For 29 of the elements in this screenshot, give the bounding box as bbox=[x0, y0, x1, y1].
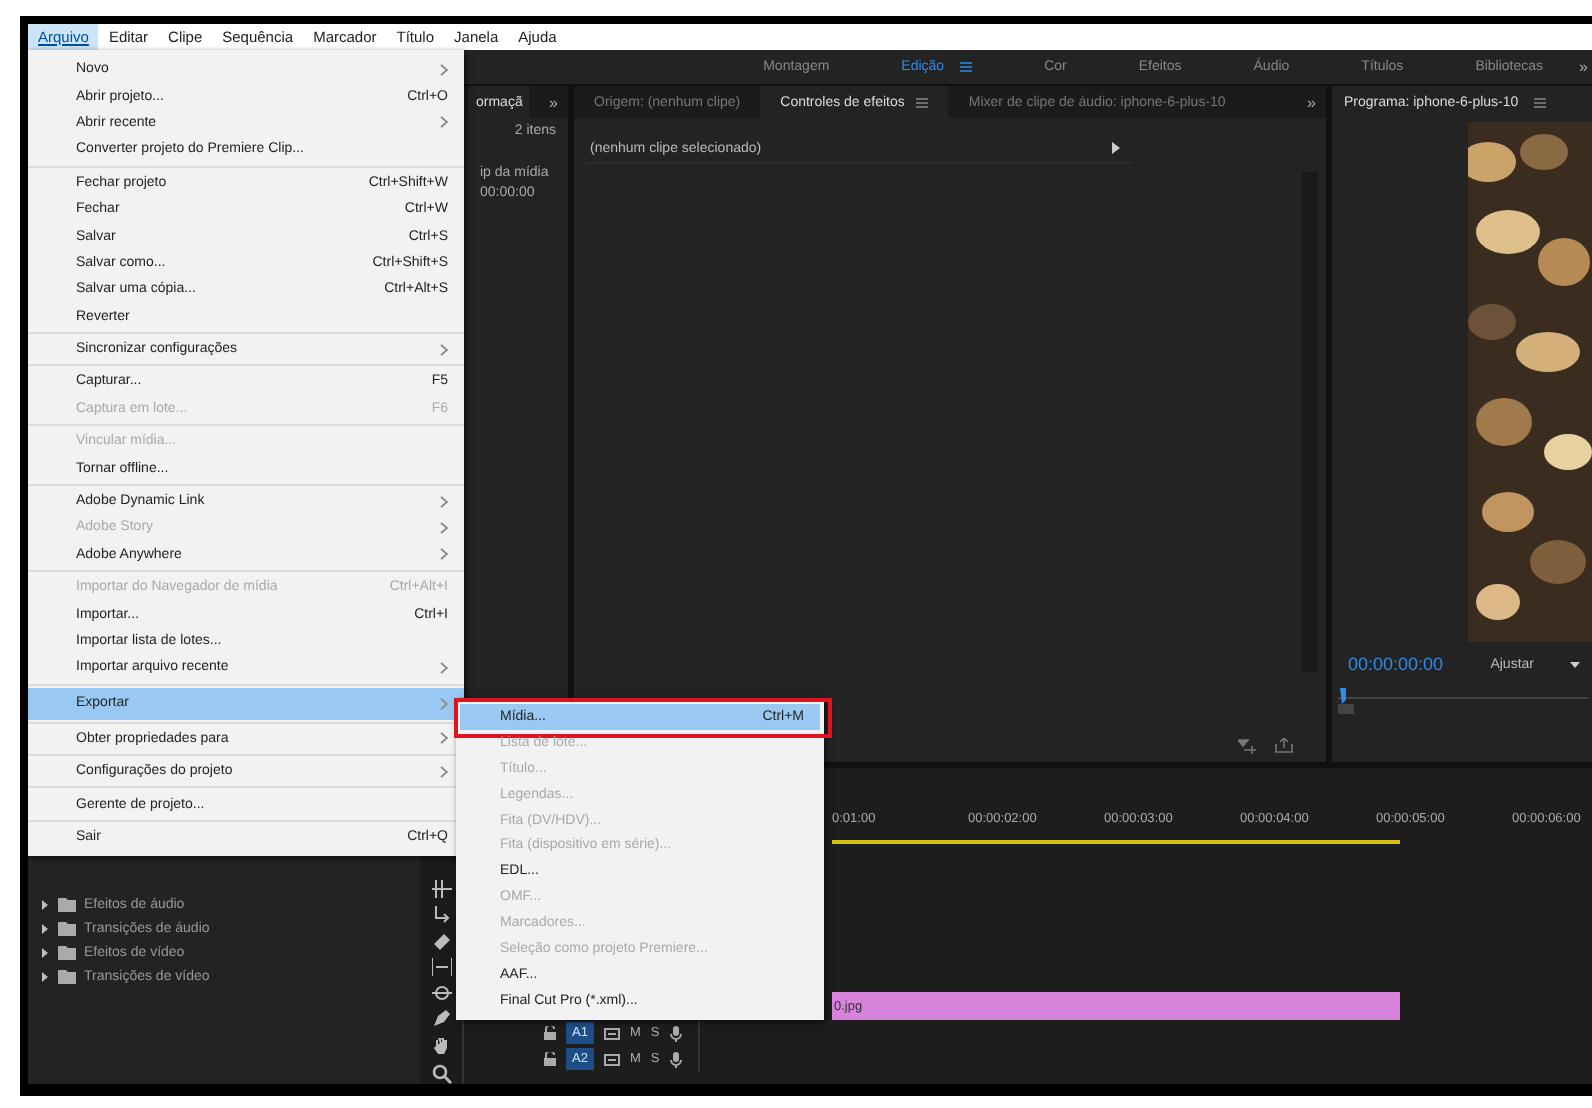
overflow-chevron[interactable]: » bbox=[1579, 58, 1592, 76]
ripple-edit-icon[interactable] bbox=[431, 906, 451, 924]
slide-icon[interactable] bbox=[431, 984, 451, 1002]
overflow-chevron[interactable]: » bbox=[1307, 93, 1326, 111]
zoom-icon[interactable] bbox=[431, 1064, 451, 1084]
microphone-icon[interactable] bbox=[669, 1025, 682, 1041]
filter-icon[interactable] bbox=[1238, 738, 1258, 754]
expand-triangle-icon[interactable] bbox=[40, 971, 50, 981]
expand-triangle-icon[interactable] bbox=[40, 947, 50, 957]
overflow-chevron[interactable]: » bbox=[549, 93, 568, 111]
lock-icon[interactable] bbox=[544, 1052, 556, 1066]
lock-icon[interactable] bbox=[544, 1026, 556, 1040]
caret-icon[interactable] bbox=[1570, 661, 1580, 667]
sync-lock-icon[interactable] bbox=[603, 1027, 620, 1039]
hand-icon[interactable] bbox=[431, 1036, 451, 1056]
play-triangle-icon[interactable] bbox=[1112, 142, 1120, 154]
sync-lock-icon[interactable] bbox=[603, 1053, 620, 1065]
panel-menu-icon[interactable] bbox=[960, 62, 973, 72]
export-icon[interactable] bbox=[1274, 738, 1294, 754]
expand-triangle-icon[interactable] bbox=[40, 899, 50, 909]
panel-menu-icon[interactable] bbox=[1534, 97, 1547, 107]
expand-triangle-icon[interactable] bbox=[40, 923, 50, 933]
track-select-icon[interactable] bbox=[431, 880, 451, 898]
microphone-icon[interactable] bbox=[669, 1051, 682, 1067]
pen-icon[interactable] bbox=[431, 1010, 451, 1028]
slip-icon[interactable] bbox=[431, 958, 451, 976]
panel-menu-icon[interactable] bbox=[916, 97, 929, 107]
razor-icon[interactable] bbox=[431, 932, 451, 950]
timecode[interactable]: 00:00:00:00 bbox=[1348, 654, 1444, 674]
